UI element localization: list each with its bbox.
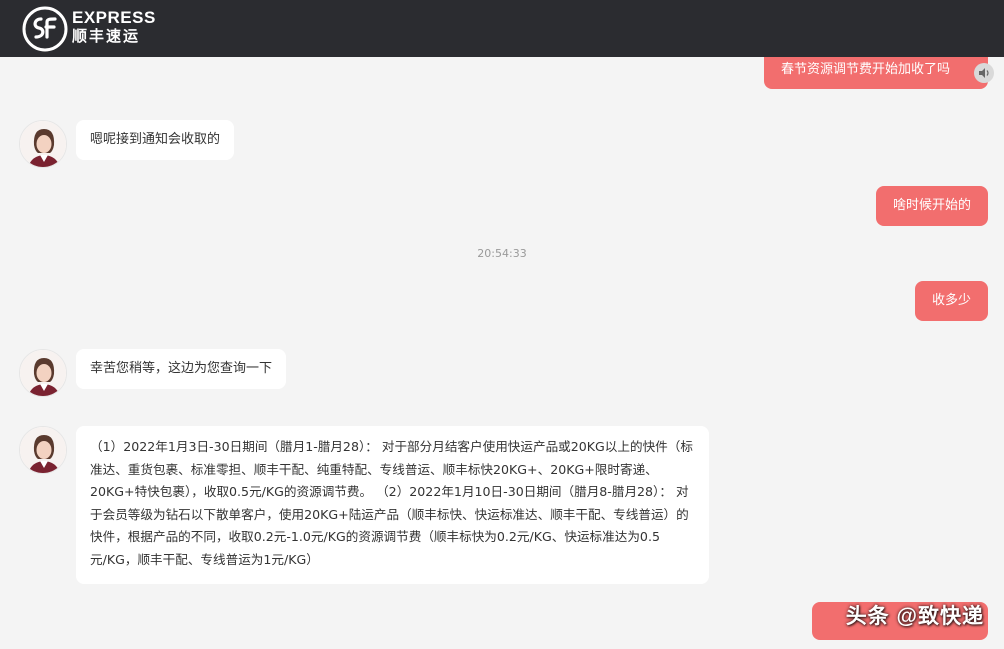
user-message-bubble: 春节资源调节费开始加收了吗 bbox=[763, 57, 994, 89]
app-header: EXPRESS 顺丰速运 bbox=[0, 0, 1004, 57]
user-message-bubble: 收多少 bbox=[914, 281, 988, 321]
brand-name-en: EXPRESS bbox=[72, 8, 156, 27]
user-message-bubble: 啥时候开始的 bbox=[875, 186, 988, 226]
sf-logo-icon bbox=[22, 6, 68, 52]
agent-message-bubble: 幸苦您稍等，这边为您查询一下 bbox=[76, 349, 287, 389]
message-text: 春节资源调节费开始加收了吗 bbox=[780, 62, 950, 77]
message-text: 啥时候开始的 bbox=[892, 198, 971, 213]
message-text: 收多少 bbox=[931, 293, 971, 308]
chat-area[interactable]: 春节资源调节费开始加收了吗 嗯呢接到通知会收取的 啥时候开始的 20:54:33… bbox=[0, 57, 1004, 649]
agent-avatar bbox=[19, 120, 67, 168]
agent-avatar bbox=[19, 349, 67, 397]
message-text: 幸苦您稍等，这边为您查询一下 bbox=[90, 361, 273, 376]
message-text: （1）2022年1月3日-30日期间（腊月1-腊月28）： 对于部分月结客户使用… bbox=[90, 439, 693, 567]
brand-logo-text: EXPRESS 顺丰速运 bbox=[72, 9, 156, 44]
brand-name-cn: 顺丰速运 bbox=[72, 28, 141, 45]
speaker-icon[interactable] bbox=[974, 63, 994, 83]
message-text: 嗯呢接到通知会收取的 bbox=[90, 132, 221, 147]
agent-avatar bbox=[19, 426, 67, 474]
agent-message-bubble: 嗯呢接到通知会收取的 bbox=[76, 120, 235, 160]
agent-message-bubble: （1）2022年1月3日-30日期间（腊月1-腊月28）： 对于部分月结客户使用… bbox=[76, 426, 709, 584]
message-timestamp: 20:54:33 bbox=[477, 247, 527, 260]
watermark-text: 头条 @致快递 bbox=[845, 605, 984, 628]
